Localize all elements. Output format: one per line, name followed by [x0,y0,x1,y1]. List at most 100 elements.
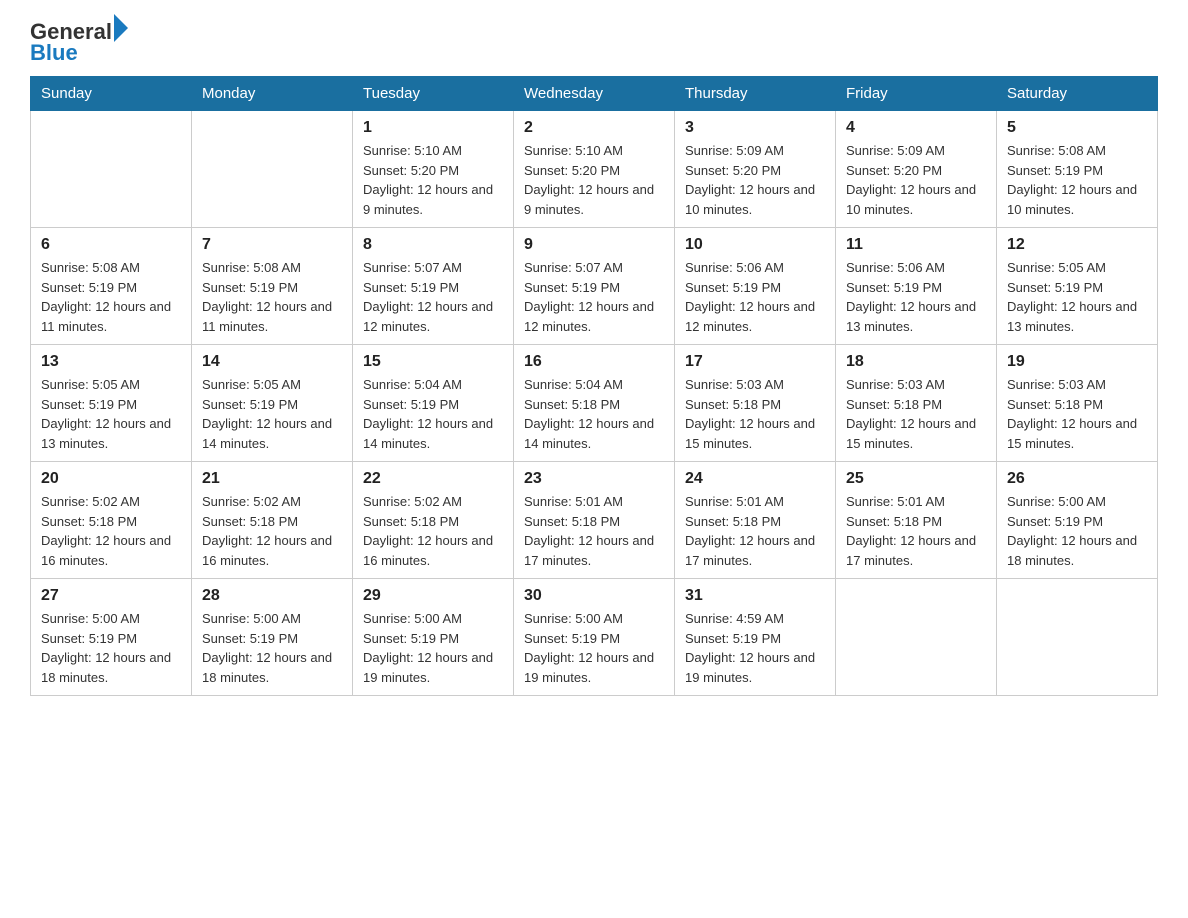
day-info: Sunrise: 5:06 AMSunset: 5:19 PMDaylight:… [685,258,825,336]
table-row: 28 Sunrise: 5:00 AMSunset: 5:19 PMDayligh… [192,579,353,696]
day-info: Sunrise: 5:00 AMSunset: 5:19 PMDaylight:… [202,609,342,687]
day-number: 14 [202,353,342,371]
table-row: 7 Sunrise: 5:08 AMSunset: 5:19 PMDaylight… [192,228,353,345]
day-info: Sunrise: 5:05 AMSunset: 5:19 PMDaylight:… [202,375,342,453]
table-row: 17 Sunrise: 5:03 AMSunset: 5:18 PMDayligh… [675,345,836,462]
day-info: Sunrise: 5:00 AMSunset: 5:19 PMDaylight:… [524,609,664,687]
day-number: 24 [685,470,825,488]
day-info: Sunrise: 5:08 AMSunset: 5:19 PMDaylight:… [202,258,342,336]
table-row: 5 Sunrise: 5:08 AMSunset: 5:19 PMDaylight… [997,111,1158,228]
day-info: Sunrise: 5:05 AMSunset: 5:19 PMDaylight:… [1007,258,1147,336]
table-row: 23 Sunrise: 5:01 AMSunset: 5:18 PMDayligh… [514,462,675,579]
day-info: Sunrise: 5:08 AMSunset: 5:19 PMDaylight:… [41,258,181,336]
day-of-week-wednesday: Wednesday [514,77,675,111]
day-of-week-saturday: Saturday [997,77,1158,111]
day-info: Sunrise: 5:09 AMSunset: 5:20 PMDaylight:… [846,141,986,219]
table-row: 4 Sunrise: 5:09 AMSunset: 5:20 PMDaylight… [836,111,997,228]
day-of-week-monday: Monday [192,77,353,111]
day-of-week-thursday: Thursday [675,77,836,111]
day-number: 31 [685,587,825,605]
day-info: Sunrise: 5:04 AMSunset: 5:18 PMDaylight:… [524,375,664,453]
table-row: 29 Sunrise: 5:00 AMSunset: 5:19 PMDayligh… [353,579,514,696]
day-number: 15 [363,353,503,371]
day-info: Sunrise: 4:59 AMSunset: 5:19 PMDaylight:… [685,609,825,687]
day-number: 23 [524,470,664,488]
day-info: Sunrise: 5:02 AMSunset: 5:18 PMDaylight:… [41,492,181,570]
table-row: 31 Sunrise: 4:59 AMSunset: 5:19 PMDayligh… [675,579,836,696]
table-row [192,111,353,228]
table-row: 20 Sunrise: 5:02 AMSunset: 5:18 PMDayligh… [31,462,192,579]
calendar-table: SundayMondayTuesdayWednesdayThursdayFrid… [30,76,1158,696]
day-number: 18 [846,353,986,371]
day-info: Sunrise: 5:01 AMSunset: 5:18 PMDaylight:… [685,492,825,570]
table-row [31,111,192,228]
logo-triangle-icon [114,14,128,42]
day-info: Sunrise: 5:10 AMSunset: 5:20 PMDaylight:… [524,141,664,219]
table-row: 14 Sunrise: 5:05 AMSunset: 5:19 PMDayligh… [192,345,353,462]
logo: General Blue [30,20,128,66]
day-number: 8 [363,236,503,254]
day-number: 6 [41,236,181,254]
day-info: Sunrise: 5:05 AMSunset: 5:19 PMDaylight:… [41,375,181,453]
day-number: 28 [202,587,342,605]
day-info: Sunrise: 5:08 AMSunset: 5:19 PMDaylight:… [1007,141,1147,219]
day-number: 7 [202,236,342,254]
day-number: 30 [524,587,664,605]
day-info: Sunrise: 5:10 AMSunset: 5:20 PMDaylight:… [363,141,503,219]
day-info: Sunrise: 5:01 AMSunset: 5:18 PMDaylight:… [846,492,986,570]
day-info: Sunrise: 5:01 AMSunset: 5:18 PMDaylight:… [524,492,664,570]
table-row [836,579,997,696]
day-info: Sunrise: 5:07 AMSunset: 5:19 PMDaylight:… [524,258,664,336]
day-number: 21 [202,470,342,488]
day-info: Sunrise: 5:09 AMSunset: 5:20 PMDaylight:… [685,141,825,219]
calendar-week-5: 27 Sunrise: 5:00 AMSunset: 5:19 PMDayligh… [31,579,1158,696]
table-row: 16Sunrise: 5:04 AMSunset: 5:18 PMDayligh… [514,345,675,462]
day-number: 3 [685,119,825,137]
day-number: 17 [685,353,825,371]
day-number: 11 [846,236,986,254]
table-row: 24 Sunrise: 5:01 AMSunset: 5:18 PMDayligh… [675,462,836,579]
day-number: 5 [1007,119,1147,137]
table-row: 25Sunrise: 5:01 AMSunset: 5:18 PMDayligh… [836,462,997,579]
day-number: 12 [1007,236,1147,254]
day-number: 10 [685,236,825,254]
day-number: 4 [846,119,986,137]
logo-blue: Blue [30,40,128,66]
day-number: 19 [1007,353,1147,371]
day-info: Sunrise: 5:02 AMSunset: 5:18 PMDaylight:… [363,492,503,570]
calendar-week-4: 20 Sunrise: 5:02 AMSunset: 5:18 PMDayligh… [31,462,1158,579]
table-row: 8 Sunrise: 5:07 AMSunset: 5:19 PMDaylight… [353,228,514,345]
day-number: 9 [524,236,664,254]
table-row: 19 Sunrise: 5:03 AMSunset: 5:18 PMDayligh… [997,345,1158,462]
table-row: 18 Sunrise: 5:03 AMSunset: 5:18 PMDayligh… [836,345,997,462]
day-info: Sunrise: 5:03 AMSunset: 5:18 PMDaylight:… [685,375,825,453]
table-row: 21 Sunrise: 5:02 AMSunset: 5:18 PMDayligh… [192,462,353,579]
table-row: 15Sunrise: 5:04 AMSunset: 5:19 PMDayligh… [353,345,514,462]
day-info: Sunrise: 5:00 AMSunset: 5:19 PMDaylight:… [363,609,503,687]
table-row [997,579,1158,696]
day-number: 29 [363,587,503,605]
table-row: 3 Sunrise: 5:09 AMSunset: 5:20 PMDaylight… [675,111,836,228]
day-number: 27 [41,587,181,605]
table-row: 11 Sunrise: 5:06 AMSunset: 5:19 PMDayligh… [836,228,997,345]
table-row: 9 Sunrise: 5:07 AMSunset: 5:19 PMDaylight… [514,228,675,345]
day-info: Sunrise: 5:03 AMSunset: 5:18 PMDaylight:… [846,375,986,453]
day-info: Sunrise: 5:03 AMSunset: 5:18 PMDaylight:… [1007,375,1147,453]
day-number: 13 [41,353,181,371]
day-number: 20 [41,470,181,488]
page-header: General Blue [30,20,1158,66]
day-info: Sunrise: 5:06 AMSunset: 5:19 PMDaylight:… [846,258,986,336]
day-info: Sunrise: 5:02 AMSunset: 5:18 PMDaylight:… [202,492,342,570]
table-row: 6 Sunrise: 5:08 AMSunset: 5:19 PMDaylight… [31,228,192,345]
day-info: Sunrise: 5:00 AMSunset: 5:19 PMDaylight:… [41,609,181,687]
table-row: 30 Sunrise: 5:00 AMSunset: 5:19 PMDayligh… [514,579,675,696]
table-row: 13 Sunrise: 5:05 AMSunset: 5:19 PMDayligh… [31,345,192,462]
table-row: 2Sunrise: 5:10 AMSunset: 5:20 PMDaylight… [514,111,675,228]
table-row: 1 Sunrise: 5:10 AMSunset: 5:20 PMDaylight… [353,111,514,228]
day-number: 1 [363,119,503,137]
day-of-week-tuesday: Tuesday [353,77,514,111]
day-info: Sunrise: 5:07 AMSunset: 5:19 PMDaylight:… [363,258,503,336]
day-of-week-sunday: Sunday [31,77,192,111]
calendar-week-1: 1 Sunrise: 5:10 AMSunset: 5:20 PMDaylight… [31,111,1158,228]
table-row: 22Sunrise: 5:02 AMSunset: 5:18 PMDayligh… [353,462,514,579]
